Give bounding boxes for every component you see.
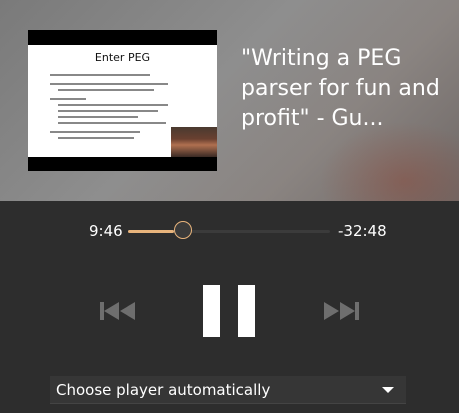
slide-text-line: [50, 98, 86, 100]
seek-handle[interactable]: [174, 221, 192, 239]
chevron-down-icon: [382, 387, 394, 393]
remaining-time: -32:48: [338, 222, 387, 240]
slide-text-line: [58, 110, 158, 112]
video-thumbnail: Enter PEG: [28, 30, 217, 171]
slide-text-line: [58, 89, 154, 91]
slide-text-line: [58, 137, 134, 139]
slide-text-line: [50, 131, 140, 133]
slide-title: Enter PEG: [94, 51, 151, 64]
slide-image: Enter PEG: [28, 45, 217, 157]
slide-text-line: [58, 122, 166, 124]
speaker-inset: [171, 127, 217, 157]
player-select[interactable]: Choose player automatically: [50, 376, 406, 404]
slide-text-line: [58, 116, 138, 118]
pause-icon[interactable]: [202, 284, 256, 338]
video-title: "Writing a PEG parser for fun and profit…: [241, 46, 440, 131]
seek-bar-progress: [128, 230, 174, 233]
slide-text-line: [58, 104, 168, 106]
slide-text-line: [50, 74, 150, 76]
now-playing-header: Enter PEG "Writing a PEG parser for fun …: [0, 0, 459, 201]
skip-next-icon[interactable]: [323, 301, 359, 321]
skip-previous-icon[interactable]: [100, 301, 136, 321]
slide-text-line: [50, 83, 168, 85]
elapsed-time: 9:46: [89, 222, 123, 240]
seek-bar[interactable]: [128, 230, 330, 233]
player-select-value: Choose player automatically: [56, 381, 271, 399]
